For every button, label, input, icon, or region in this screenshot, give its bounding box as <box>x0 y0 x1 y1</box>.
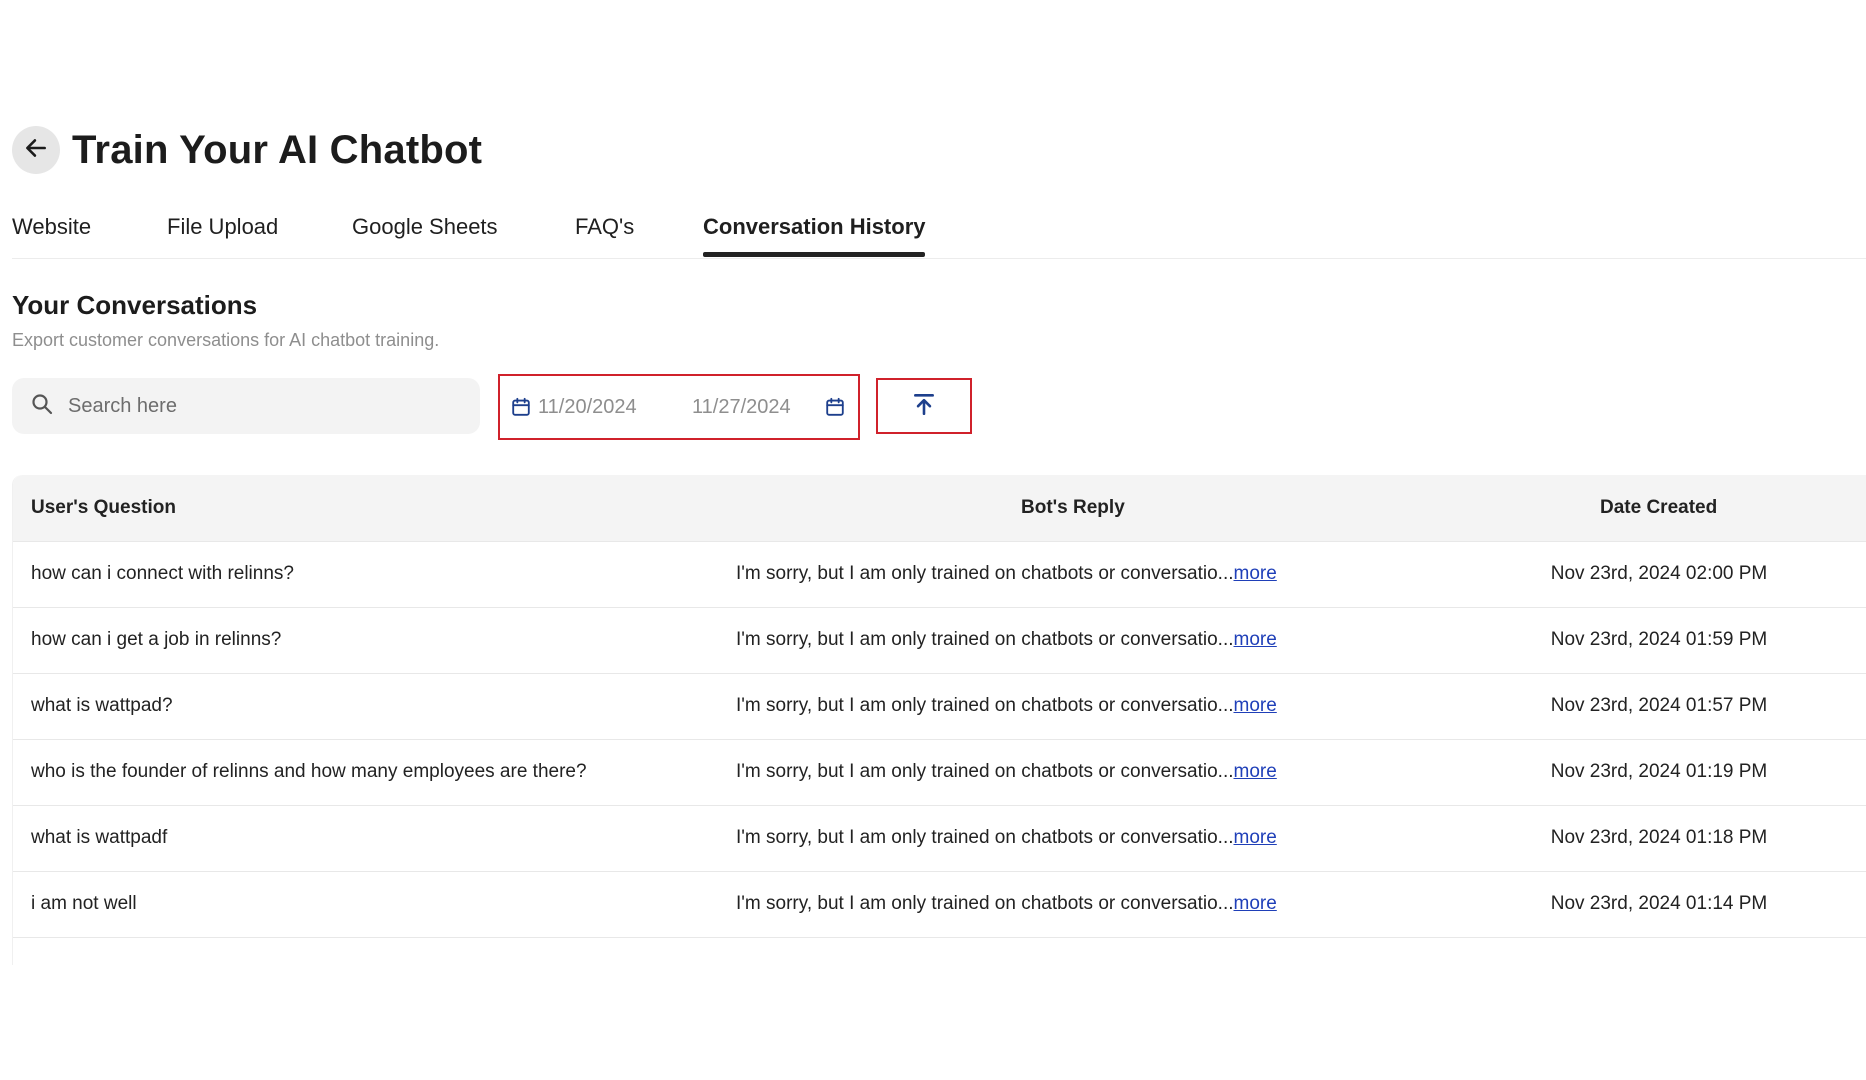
end-date-input[interactable]: 11/27/2024 <box>692 396 791 419</box>
search-input[interactable] <box>66 393 450 419</box>
start-date-input[interactable]: 11/20/2024 <box>538 396 637 419</box>
page-header: Train Your AI Chatbot <box>12 126 482 174</box>
more-link[interactable]: more <box>1234 629 1277 650</box>
reply-cell: I'm sorry, but I am only trained on chat… <box>736 563 1277 585</box>
reply-text: I'm sorry, but I am only trained on chat… <box>736 695 1234 716</box>
reply-text: I'm sorry, but I am only trained on chat… <box>736 893 1234 914</box>
reply-text: I'm sorry, but I am only trained on chat… <box>736 563 1234 584</box>
column-header-reply: Bot's Reply <box>1021 497 1125 518</box>
active-tab-indicator <box>703 252 925 257</box>
tab-bar: Website File Upload Google Sheets FAQ's … <box>12 206 1866 259</box>
table-row: how can i get a job in relinns? I'm sorr… <box>13 608 1866 674</box>
arrow-left-icon <box>23 135 49 166</box>
back-button[interactable] <box>12 126 60 174</box>
page-title: Train Your AI Chatbot <box>72 127 483 172</box>
question-cell: who is the founder of relinns and how ma… <box>31 761 587 782</box>
table-row: what is wattpad? I'm sorry, but I am onl… <box>13 674 1866 740</box>
date-cell: Nov 23rd, 2024 01:19 PM <box>1550 761 1768 782</box>
tab-google-sheets[interactable]: Google Sheets <box>352 214 498 240</box>
column-header-date: Date Created <box>1600 497 1718 518</box>
tab-conversation-history[interactable]: Conversation History <box>703 214 926 240</box>
tab-faqs[interactable]: FAQ's <box>575 214 634 240</box>
export-button[interactable] <box>876 378 972 434</box>
section-subtitle: Export customer conversations for AI cha… <box>12 330 440 350</box>
search-icon <box>30 392 54 421</box>
tab-file-upload[interactable]: File Upload <box>167 214 278 240</box>
question-cell: what is wattpad? <box>31 695 173 716</box>
date-cell: Nov 23rd, 2024 01:59 PM <box>1550 629 1768 650</box>
column-header-question: User's Question <box>31 497 176 518</box>
more-link[interactable]: more <box>1234 761 1277 782</box>
table-row: who is the founder of relinns and how ma… <box>13 740 1866 806</box>
calendar-icon[interactable] <box>510 396 532 423</box>
date-cell: Nov 23rd, 2024 02:00 PM <box>1550 563 1768 584</box>
date-cell: Nov 23rd, 2024 01:14 PM <box>1550 893 1768 914</box>
table-header: User's Question Bot's Reply Date Created <box>13 475 1866 542</box>
question-cell: i am not well <box>31 893 137 914</box>
more-link[interactable]: more <box>1234 695 1277 716</box>
question-cell: how can i connect with relinns? <box>31 563 294 584</box>
more-link[interactable]: more <box>1234 827 1277 848</box>
date-cell: Nov 23rd, 2024 01:18 PM <box>1550 827 1768 848</box>
section-title: Your Conversations <box>12 290 258 320</box>
table-row: what is wattpadf I'm sorry, but I am onl… <box>13 806 1866 872</box>
question-cell: what is wattpadf <box>31 827 168 848</box>
question-cell: how can i get a job in relinns? <box>31 629 282 650</box>
reply-text: I'm sorry, but I am only trained on chat… <box>736 827 1234 848</box>
page: Train Your AI Chatbot Website File Uploa… <box>0 0 1866 1080</box>
more-link[interactable]: more <box>1234 893 1277 914</box>
date-cell: Nov 23rd, 2024 01:57 PM <box>1550 695 1768 716</box>
table-row: how can i connect with relinns? I'm sorr… <box>13 542 1866 608</box>
reply-cell: I'm sorry, but I am only trained on chat… <box>736 629 1277 651</box>
reply-cell: I'm sorry, but I am only trained on chat… <box>736 893 1277 915</box>
table-row: i am not well I'm sorry, but I am only t… <box>13 872 1866 938</box>
reply-cell: I'm sorry, but I am only trained on chat… <box>736 761 1277 783</box>
reply-cell: I'm sorry, but I am only trained on chat… <box>736 695 1277 717</box>
more-link[interactable]: more <box>1234 563 1277 584</box>
tab-website[interactable]: Website <box>12 214 91 240</box>
reply-text: I'm sorry, but I am only trained on chat… <box>736 629 1234 650</box>
conversations-table: User's Question Bot's Reply Date Created… <box>12 475 1866 965</box>
reply-text: I'm sorry, but I am only trained on chat… <box>736 761 1234 782</box>
upload-icon <box>911 391 937 422</box>
date-range-picker[interactable]: 11/20/2024 11/27/2024 <box>498 374 860 440</box>
search-box <box>12 378 480 434</box>
reply-cell: I'm sorry, but I am only trained on chat… <box>736 827 1277 849</box>
calendar-icon[interactable] <box>824 396 846 423</box>
